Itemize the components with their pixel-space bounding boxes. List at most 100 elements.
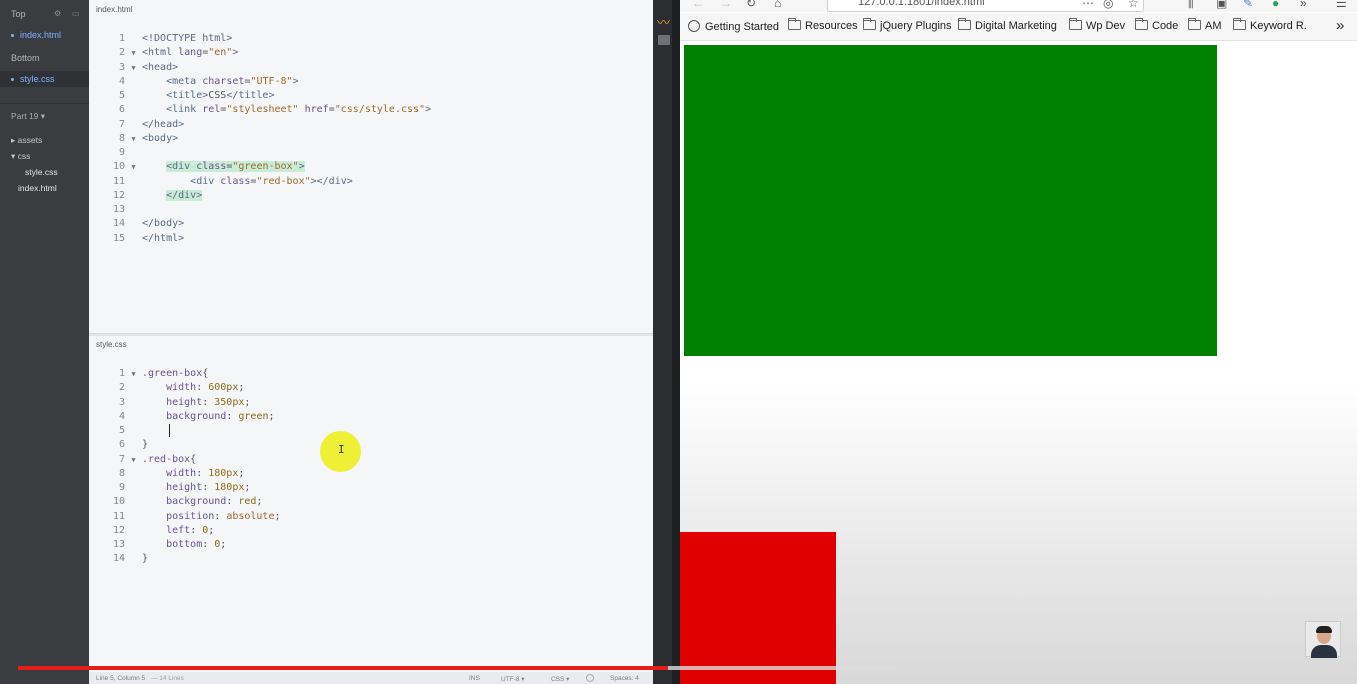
working-file-style[interactable]: style.css [11, 74, 55, 84]
menu-icon[interactable]: ☰ [1336, 0, 1347, 10]
bookmark-wp-dev[interactable]: Wp Dev [1069, 18, 1125, 32]
css-line[interactable]: 6} [89, 438, 281, 452]
html-line[interactable]: 12 </div> [89, 189, 431, 203]
home-icon[interactable]: ⌂ [774, 0, 781, 10]
css-line[interactable]: 2 width: 600px; [89, 381, 281, 395]
line-number: 14 [112, 553, 125, 565]
css-line[interactable]: 10 background: red; [89, 495, 281, 509]
css-line[interactable]: 4 background: green; [89, 410, 281, 424]
line-number: 5 [118, 90, 125, 101]
library-icon[interactable]: ⫼ [1188, 0, 1194, 11]
html-line[interactable]: 5 <title>CSS</title> [89, 89, 431, 103]
bookmark-code[interactable]: Code [1135, 18, 1179, 32]
bookmark-jquery-plugins[interactable]: jQuery Plugins [863, 18, 952, 32]
pane-divider[interactable] [89, 333, 653, 336]
html-line[interactable]: 10 ▼ <div class="green-box"> [89, 160, 431, 174]
html-line[interactable]: 15 </html> [89, 232, 431, 246]
fold-arrow-icon[interactable]: ▼ [125, 46, 142, 60]
html-line[interactable]: 1 <!DOCTYPE html> [89, 32, 431, 46]
tree-file-style[interactable]: style.css [25, 167, 58, 177]
gear-icon[interactable]: ⚙ [54, 10, 62, 18]
status-line-count: — 14 Lines [151, 675, 184, 682]
line-number: 1 [118, 368, 125, 379]
css-line[interactable]: 8 width: 180px; [89, 467, 281, 481]
folder-icon [958, 18, 971, 30]
status-mode[interactable]: INS [469, 675, 480, 682]
fold-arrow-icon[interactable]: ▼ [125, 61, 142, 75]
working-file-index[interactable]: index.html [11, 30, 61, 40]
sidebar-icon[interactable]: ▣ [1216, 0, 1227, 10]
html-line[interactable]: 2 ▼ <html lang="en"> [89, 46, 431, 60]
html-line[interactable]: 6 <link rel="stylesheet" href="css/style… [89, 103, 431, 117]
tree-file-index[interactable]: index.html [18, 183, 57, 193]
css-line[interactable]: 14} [89, 552, 281, 566]
live-preview-icon[interactable]: 〰 [657, 12, 670, 31]
forward-icon[interactable]: → [720, 0, 732, 10]
linter-icon[interactable] [586, 674, 594, 682]
bookmark-resources[interactable]: Resources [788, 18, 858, 32]
code-text: </html> [142, 232, 185, 244]
html-line[interactable]: 14 </body> [89, 217, 431, 231]
html-line[interactable]: 9 [89, 146, 431, 160]
status-bar: Line 5, Column 5 — 14 Lines INS UTF-8 ▾ … [89, 672, 653, 684]
css-line[interactable]: 12 left: 0; [89, 524, 281, 538]
bookmark-getting-started[interactable]: Getting Started [688, 20, 779, 33]
browser-toolbar: ← → ↻ ⌂ 127.0.0.1:1801/index.html ⋯ ◎ ☆ … [680, 0, 1357, 12]
bookmark-digital-marketing[interactable]: Digital Marketing [958, 18, 1057, 32]
overflow-icon[interactable]: » [1300, 0, 1307, 10]
line-number: 3 [118, 61, 125, 73]
bookmark-am[interactable]: AM [1188, 18, 1222, 32]
pocket-icon[interactable]: ◎ [1103, 0, 1113, 10]
split-view-icon[interactable]: ▭ [72, 10, 80, 18]
status-language[interactable]: CSS ▾ [551, 675, 569, 683]
reload-icon[interactable]: ↻ [746, 0, 756, 10]
video-progress-fill[interactable] [18, 666, 669, 670]
bookmark-keyword-r[interactable]: Keyword R. [1233, 18, 1307, 32]
css-pane-title[interactable]: style.css [96, 340, 127, 349]
bookmark-label: Code [1152, 20, 1179, 32]
css-line[interactable]: 13 bottom: 0; [89, 538, 281, 552]
html-line[interactable]: 4 <meta charset="UTF-8"> [89, 75, 431, 89]
avatar-hair [1316, 626, 1332, 633]
html-line[interactable]: 8 ▼ <body> [89, 132, 431, 146]
bookmarks-overflow-icon[interactable]: » [1336, 17, 1344, 34]
extension-icon[interactable]: ● [1272, 0, 1279, 10]
css-code-area[interactable]: 1 ▼ .green-box{2 width: 600px; 3 height: 35… [89, 367, 281, 567]
project-dropdown[interactable]: Part 19 ▾ [11, 111, 45, 122]
html-pane-title[interactable]: index.html [96, 5, 132, 14]
html-line[interactable]: 7 </head> [89, 118, 431, 132]
css-line[interactable]: 5 [89, 424, 281, 438]
code-text: .red-box{ [142, 453, 197, 465]
css-line[interactable]: 3 height: 350px; [89, 396, 281, 410]
sidebar-divider [0, 103, 89, 104]
window-divider [672, 0, 680, 684]
tree-folder-assets[interactable]: ▸ assets [11, 135, 42, 146]
bookmark-label: Digital Marketing [975, 20, 1057, 32]
bookmark-star-icon[interactable]: ☆ [1128, 0, 1139, 10]
pen-icon[interactable]: ✎ [1243, 0, 1253, 10]
html-line[interactable]: 13 [89, 203, 431, 217]
html-line[interactable]: 11 <div class="red-box"></div> [89, 175, 431, 189]
code-text: <title>CSS</title> [166, 90, 275, 101]
code-text: <body> [142, 132, 179, 144]
html-code-area[interactable]: 1 <!DOCTYPE html> 2 ▼ <html lang="en"> 3 ▼ <hea… [89, 32, 431, 246]
status-encoding[interactable]: UTF-8 ▾ [501, 675, 524, 683]
fold-arrow-icon[interactable]: ▼ [125, 367, 142, 381]
line-number: 7 [118, 453, 125, 465]
fold-arrow-icon[interactable]: ▼ [125, 132, 142, 146]
css-line[interactable]: 1 ▼ .green-box{ [89, 367, 281, 381]
folder-icon [1135, 18, 1148, 30]
url-bar[interactable]: 127.0.0.1:1801/index.html [827, 0, 1144, 12]
page-actions-icon[interactable]: ⋯ [1082, 0, 1094, 10]
css-line[interactable]: 11 position: absolute; [89, 510, 281, 524]
tree-folder-css[interactable]: ▾ css [11, 151, 30, 162]
css-line[interactable]: 7 ▼ .red-box{ [89, 453, 281, 467]
css-line[interactable]: 9 height: 180px; [89, 481, 281, 495]
html-line[interactable]: 3 ▼ <head> [89, 61, 431, 75]
fold-arrow-icon[interactable]: ▼ [125, 160, 142, 174]
fold-arrow-icon[interactable]: ▼ [125, 453, 142, 467]
status-spaces[interactable]: Spaces: 4 [610, 675, 639, 682]
code-text: </body> [142, 218, 185, 230]
back-icon[interactable]: ← [692, 0, 704, 10]
extension-manager-icon[interactable] [658, 35, 670, 45]
